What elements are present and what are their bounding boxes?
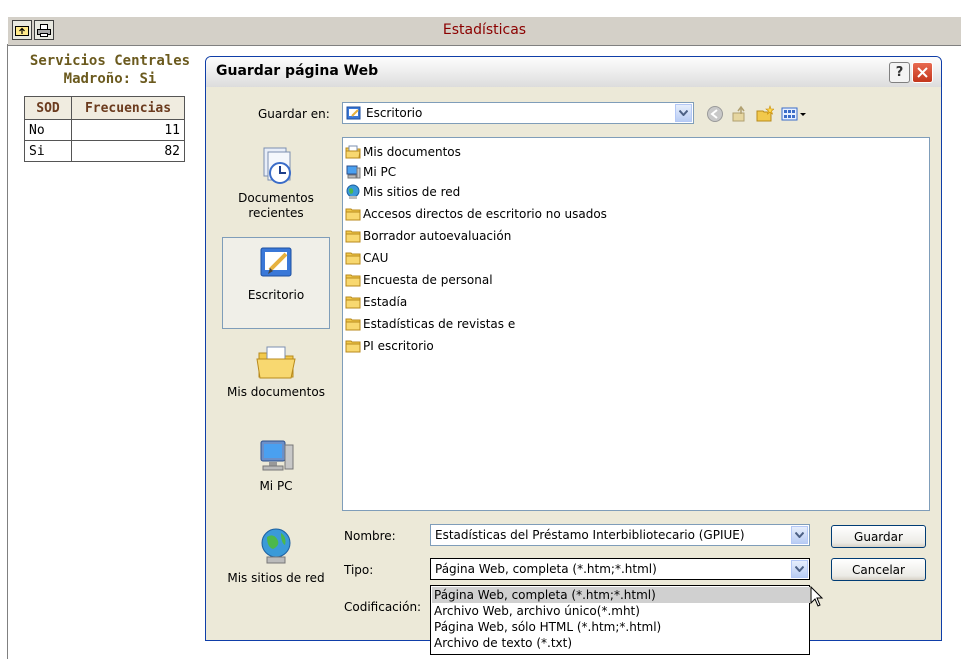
file-type-option[interactable]: Archivo de texto (*.txt) (432, 635, 810, 651)
list-item[interactable]: Accesos directos de escritorio no usados (345, 204, 607, 224)
printer-icon (37, 23, 51, 37)
my-computer-icon (346, 165, 361, 179)
folder-icon (345, 296, 361, 309)
cancel-button[interactable]: Cancelar (831, 558, 926, 581)
folder-icon (345, 208, 361, 221)
row-value: 82 (71, 140, 185, 162)
place-label: Documentos recientes (238, 191, 314, 220)
name-label: Nombre: (344, 529, 396, 543)
chevron-down-icon (675, 104, 692, 122)
save-in-value: Escritorio (366, 106, 423, 120)
place-my-documents[interactable]: Mis documentos (222, 335, 330, 427)
stats-header-row: SOD Frecuencias (24, 96, 185, 120)
close-button[interactable] (912, 62, 933, 83)
help-button[interactable]: ? (889, 62, 910, 83)
views-menu-icon (781, 107, 806, 121)
mouse-cursor-icon (810, 586, 824, 607)
row-label: Si (24, 140, 72, 162)
stats-title-line2: Madroño: Si (63, 71, 157, 87)
save-in-dropdown[interactable]: Escritorio (342, 102, 694, 124)
stats-table: SOD Frecuencias No 11 Si 82 (24, 96, 185, 162)
up-folder-icon (732, 105, 745, 122)
file-type-option[interactable]: Página Web, completa (*.htm;*.html) (432, 587, 810, 603)
save-in-label: Guardar en: (258, 107, 330, 121)
page-border (7, 44, 8, 659)
places-bar: Documentos recientes Escritorio Mis docu… (222, 139, 330, 589)
network-places-icon (261, 528, 291, 564)
place-label: Mis documentos (227, 385, 325, 399)
list-item[interactable]: Estadía (345, 292, 407, 312)
list-item[interactable]: CAU (345, 248, 388, 268)
views-menu-button[interactable] (781, 105, 811, 123)
list-item[interactable]: Mis documentos (345, 142, 461, 162)
save-button[interactable]: Guardar (831, 525, 926, 548)
file-type-dropdown[interactable]: Página Web, completa (*.htm;*.html) (430, 558, 810, 580)
my-documents-folder-icon (345, 145, 361, 159)
my-documents-icon (256, 346, 296, 379)
print-button[interactable] (34, 20, 54, 40)
place-label: Escritorio (247, 288, 305, 302)
place-desktop[interactable]: Escritorio (222, 237, 330, 329)
type-label: Tipo: (344, 563, 374, 577)
file-type-option[interactable]: Página Web, sólo HTML (*.htm;*.html) (432, 619, 810, 635)
stats-title-line1: Servicios Centrales (29, 53, 191, 69)
desktop-icon (260, 247, 292, 277)
chevron-down-icon[interactable] (791, 560, 808, 578)
new-folder-button[interactable] (756, 105, 775, 123)
back-arrow-icon (707, 106, 723, 122)
app-title: Estadísticas (442, 22, 527, 38)
place-recent-documents[interactable]: Documentos recientes (222, 139, 330, 231)
file-type-value: Página Web, completa (*.htm;*.html) (435, 562, 657, 576)
help-icon: ? (895, 65, 904, 80)
close-icon (917, 67, 928, 78)
folder-icon (345, 274, 361, 287)
recent-documents-icon (263, 147, 291, 184)
new-folder-icon (756, 105, 775, 122)
list-item[interactable]: Encuesta de personal (345, 270, 493, 290)
my-computer-icon (260, 440, 294, 471)
file-type-option[interactable]: Archivo Web, archivo único(*.mht) (432, 603, 810, 619)
network-places-icon (346, 184, 360, 199)
list-item[interactable]: Borrador autoevaluación (345, 226, 511, 246)
folder-icon (345, 252, 361, 265)
column-header-frecuencias: Frecuencias (71, 96, 185, 120)
stats-title: Servicios Centrales Madroño: Si (20, 52, 200, 88)
list-item[interactable]: Mi PC (345, 162, 396, 182)
file-type-options-list[interactable]: Página Web, completa (*.htm;*.html) Arch… (430, 585, 810, 655)
row-label: No (24, 119, 72, 141)
chevron-down-icon[interactable] (791, 526, 808, 544)
column-header-sod: SOD (24, 96, 72, 120)
folder-icon (345, 340, 361, 353)
list-item[interactable]: PI escritorio (345, 336, 434, 356)
place-my-computer[interactable]: Mi PC (222, 429, 330, 521)
file-list[interactable]: Mis documentos Mi PC Mis sitios de red A… (342, 137, 930, 511)
desktop-icon (346, 106, 361, 120)
save-dialog: Guardar página Web ? Guardar en: Escrito… (205, 56, 942, 641)
table-row: Si 82 (24, 140, 185, 162)
place-network-places[interactable]: Mis sitios de red (222, 519, 330, 611)
table-row: No 11 (24, 119, 185, 141)
folder-icon (345, 318, 361, 331)
folder-icon (345, 230, 361, 243)
list-item[interactable]: Mis sitios de red (345, 182, 460, 202)
encoding-label: Codificación: (344, 600, 422, 614)
dialog-title: Guardar página Web (216, 63, 379, 79)
row-value: 11 (71, 119, 185, 141)
file-name-input[interactable]: Estadísticas del Préstamo Interbibliotec… (430, 524, 810, 546)
back-button[interactable] (706, 105, 724, 123)
place-label: Mis sitios de red (227, 571, 325, 585)
up-folder-button[interactable] (731, 105, 749, 123)
list-item[interactable]: Estadísticas de revistas e (345, 314, 515, 334)
file-name-value: Estadísticas del Préstamo Interbibliotec… (435, 528, 745, 542)
folder-up-icon (15, 26, 29, 36)
folder-up-button[interactable] (12, 20, 32, 40)
place-label: Mi PC (259, 479, 293, 493)
